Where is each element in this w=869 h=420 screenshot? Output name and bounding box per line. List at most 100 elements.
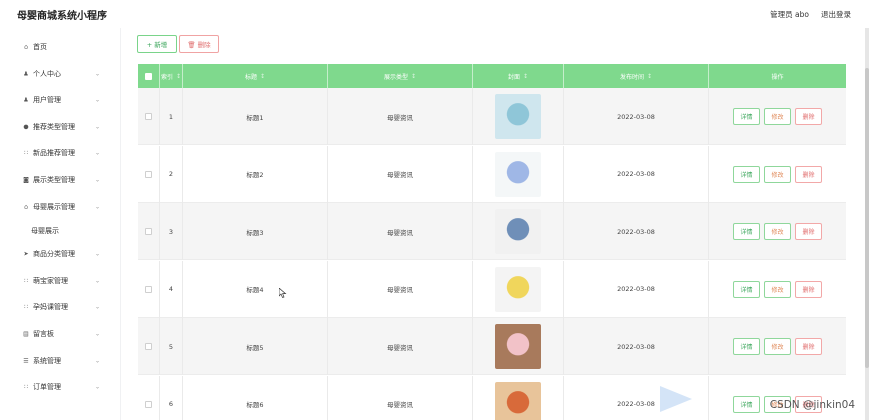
column-header-0[interactable]: 索引 ↕ xyxy=(160,64,183,88)
column-header-1[interactable]: 标题 ↕ xyxy=(183,64,328,88)
sidebar-item-0[interactable]: ⌂ 首页 xyxy=(0,34,120,60)
column-header-4[interactable]: 发布时间 ↕ xyxy=(564,64,709,88)
detail-button[interactable]: 详情 xyxy=(733,395,760,413)
scrollbar[interactable] xyxy=(865,28,869,420)
watermark-logo-icon xyxy=(660,386,692,412)
detail-button[interactable]: 详情 xyxy=(733,280,760,298)
detail-button[interactable]: 详情 xyxy=(733,223,760,240)
sidebar-item-11[interactable]: ▤ 留言板 ⌄ xyxy=(0,321,120,347)
sidebar-item-4[interactable]: ∷ 新品推荐管理 ⌄ xyxy=(0,140,120,166)
select-all-checkbox[interactable] xyxy=(145,72,152,80)
sidebar-item-label: 系统管理 xyxy=(33,357,61,365)
cover-thumbnail-image[interactable] xyxy=(495,209,541,254)
detail-button[interactable]: 详情 xyxy=(733,338,760,355)
row-delete-button[interactable]: 删除 xyxy=(795,280,822,298)
sort-icon[interactable]: ↕ xyxy=(260,73,265,80)
cell-actions: 详情 修改 删除 xyxy=(709,376,846,420)
edit-button[interactable]: 修改 xyxy=(764,108,791,125)
cover-thumbnail-image[interactable] xyxy=(495,151,541,197)
chevron-down-icon: ⌄ xyxy=(95,70,101,78)
row-checkbox[interactable] xyxy=(145,228,152,235)
sidebar-item-10[interactable]: ∷ 孕妈课管理 ⌄ xyxy=(0,294,120,320)
user-icon: ♟ xyxy=(23,70,29,78)
message-icon: ▤ xyxy=(23,330,29,338)
grid-icon: ∷ xyxy=(24,277,28,285)
detail-button[interactable]: 详情 xyxy=(733,165,760,183)
edit-button[interactable]: 修改 xyxy=(764,223,791,240)
column-header-label: 发布时间 xyxy=(619,73,644,81)
sidebar-item-label: 孕妈课管理 xyxy=(33,303,68,311)
chevron-down-icon: ⌄ xyxy=(95,149,101,157)
edit-button[interactable]: 修改 xyxy=(764,338,791,355)
sidebar-item-label: 母婴展示 xyxy=(31,227,59,235)
cell-type: 母婴资讯 xyxy=(328,203,473,260)
cell-type: 母婴资讯 xyxy=(328,88,473,145)
column-header-label: 索引 xyxy=(160,73,173,81)
cell-cover xyxy=(473,203,564,260)
cell-actions: 详情 修改 删除 xyxy=(709,88,846,145)
sidebar-item-label: 萌宝家管理 xyxy=(33,277,68,285)
sort-icon[interactable]: ↕ xyxy=(523,73,528,80)
table-row[interactable]: 1 标题1 母婴资讯 2022-03-08 详情 修改 删除 xyxy=(138,88,846,145)
sidebar-item-2[interactable]: ♟ 用户管理 ⌄ xyxy=(0,87,120,113)
home-icon: ⌂ xyxy=(24,43,28,51)
watermark-text: CSDN @jinkin04 xyxy=(769,399,855,411)
sidebar-item-1[interactable]: ♟ 个人中心 ⌄ xyxy=(0,61,120,87)
column-header-3[interactable]: 封面 ↕ xyxy=(473,64,564,88)
column-header-label: 操作 xyxy=(771,73,784,81)
sidebar-item-6[interactable]: ⌂ 母婴展示管理 ⌄ xyxy=(0,194,120,220)
sidebar-item-3[interactable]: ● 推荐类型管理 ⌄ xyxy=(0,114,120,140)
column-header-5[interactable]: 操作 xyxy=(709,64,846,88)
row-checkbox[interactable] xyxy=(145,400,152,408)
sidebar: ⌂ 首页 ♟ 个人中心 ⌄ ♟ 用户管理 ⌄ ● 推荐类型管理 ⌄ ∷ 新品推荐管理 ⌄ ◙ 展示类型管理 ⌄ ⌂… xyxy=(0,28,120,420)
cell-index: 6 xyxy=(160,375,183,420)
user-label: 管理员 abo xyxy=(770,10,809,19)
select-all-cell xyxy=(138,64,160,88)
table-row[interactable]: 5 标题5 母婴资讯 2022-03-08 详情 修改 删除 xyxy=(138,318,846,375)
cover-thumbnail-image[interactable] xyxy=(495,381,541,420)
row-checkbox[interactable] xyxy=(145,113,152,120)
sort-icon[interactable]: ↕ xyxy=(176,73,181,80)
row-delete-button[interactable]: 删除 xyxy=(795,108,822,125)
table-row[interactable]: 4 标题4 母婴资讯 2022-03-08 详情 修改 删除 xyxy=(138,260,846,318)
cover-thumbnail-image[interactable] xyxy=(495,94,541,139)
sort-icon[interactable]: ↕ xyxy=(647,73,652,80)
cell-date: 2022-03-08 xyxy=(564,318,709,375)
cover-thumbnail-image[interactable] xyxy=(495,324,541,369)
row-checkbox[interactable] xyxy=(145,170,152,178)
sidebar-item-label: 母婴展示管理 xyxy=(33,203,75,211)
chevron-down-icon: ⌄ xyxy=(95,357,101,365)
table-row[interactable]: 3 标题3 母婴资讯 2022-03-08 详情 修改 删除 xyxy=(138,203,846,260)
sort-icon[interactable]: ↕ xyxy=(411,73,416,80)
delete-button[interactable]: 🗑 删除 xyxy=(179,35,219,53)
detail-button[interactable]: 详情 xyxy=(733,108,760,125)
add-button[interactable]: + 新增 xyxy=(137,35,177,53)
sidebar-item-label: 用户管理 xyxy=(33,96,61,104)
row-delete-button[interactable]: 删除 xyxy=(795,223,822,240)
cover-thumbnail-image[interactable] xyxy=(495,266,541,312)
chevron-down-icon: ⌄ xyxy=(95,383,101,391)
table-row[interactable]: 6 标题6 母婴资讯 2022-03-08 详情 修改 删除 xyxy=(138,375,846,420)
row-checkbox[interactable] xyxy=(145,285,152,293)
sidebar-item-9[interactable]: ∷ 萌宝家管理 ⌄ xyxy=(0,268,120,294)
sidebar-item-12[interactable]: ☰ 系统管理 ⌄ xyxy=(0,348,120,374)
edit-button[interactable]: 修改 xyxy=(764,280,791,298)
logout-link[interactable]: 退出登录 xyxy=(821,9,851,20)
row-delete-button[interactable]: 删除 xyxy=(795,165,822,183)
column-header-2[interactable]: 展示类型 ↕ xyxy=(328,64,473,88)
row-select-cell xyxy=(138,318,160,375)
scrollbar-thumb[interactable] xyxy=(865,68,869,368)
row-checkbox[interactable] xyxy=(145,343,152,350)
cell-cover xyxy=(473,260,564,318)
sidebar-item-13[interactable]: ∷ 订单管理 ⌄ xyxy=(0,374,120,400)
cell-type: 母婴资讯 xyxy=(328,260,473,318)
sidebar-item-label: 首页 xyxy=(33,43,47,51)
sidebar-item-5[interactable]: ◙ 展示类型管理 ⌄ xyxy=(0,167,120,193)
cell-actions: 详情 修改 删除 xyxy=(709,203,846,260)
cell-title: 标题2 xyxy=(183,145,328,203)
table-row[interactable]: 2 标题2 母婴资讯 2022-03-08 详情 修改 删除 xyxy=(138,145,846,203)
sidebar-item-8[interactable]: ➤ 商品分类管理 ⌄ xyxy=(0,241,120,267)
row-delete-button[interactable]: 删除 xyxy=(795,338,822,355)
cell-date: 2022-03-08 xyxy=(564,88,709,145)
edit-button[interactable]: 修改 xyxy=(764,165,791,183)
